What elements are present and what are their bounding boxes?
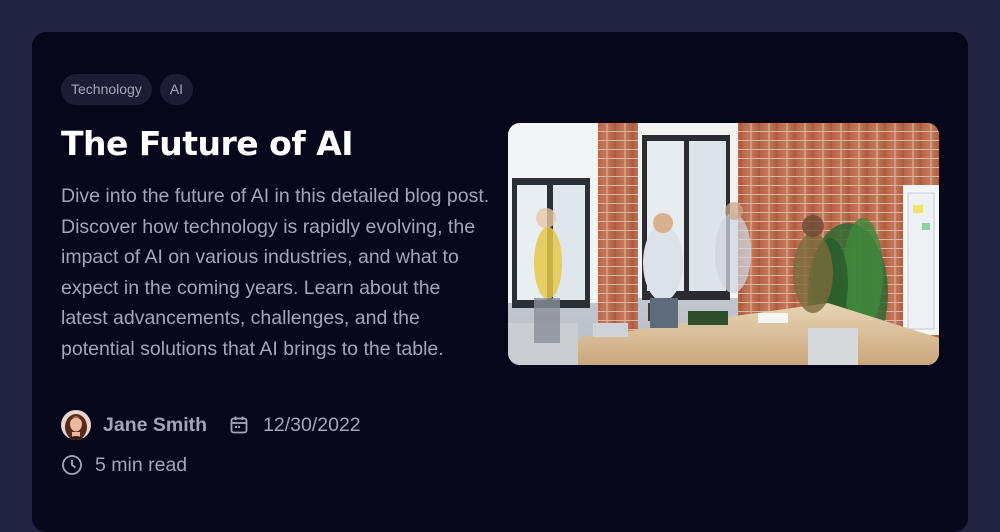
post-description: Dive into the future of AI in this detai… xyxy=(61,185,490,360)
post-title[interactable]: The Future of AI xyxy=(61,122,354,166)
tag-technology[interactable]: Technology xyxy=(61,74,152,105)
clock-icon xyxy=(61,454,83,476)
post-meta: Jane Smith 12/30/2022 xyxy=(61,409,361,441)
post-hero-image[interactable] xyxy=(508,123,939,365)
read-time: 5 min read xyxy=(95,453,188,476)
author-avatar[interactable] xyxy=(61,410,91,440)
tag-ai[interactable]: AI xyxy=(159,74,194,105)
read-time-row: 5 min read xyxy=(61,450,187,480)
post-date: 12/30/2022 xyxy=(263,413,361,436)
calendar-icon xyxy=(229,415,249,435)
tag-list: Technology AI xyxy=(61,74,194,105)
author-name[interactable]: Jane Smith xyxy=(103,414,207,437)
blog-post-card[interactable]: Technology AI The Future of AI Dive into… xyxy=(32,32,968,532)
